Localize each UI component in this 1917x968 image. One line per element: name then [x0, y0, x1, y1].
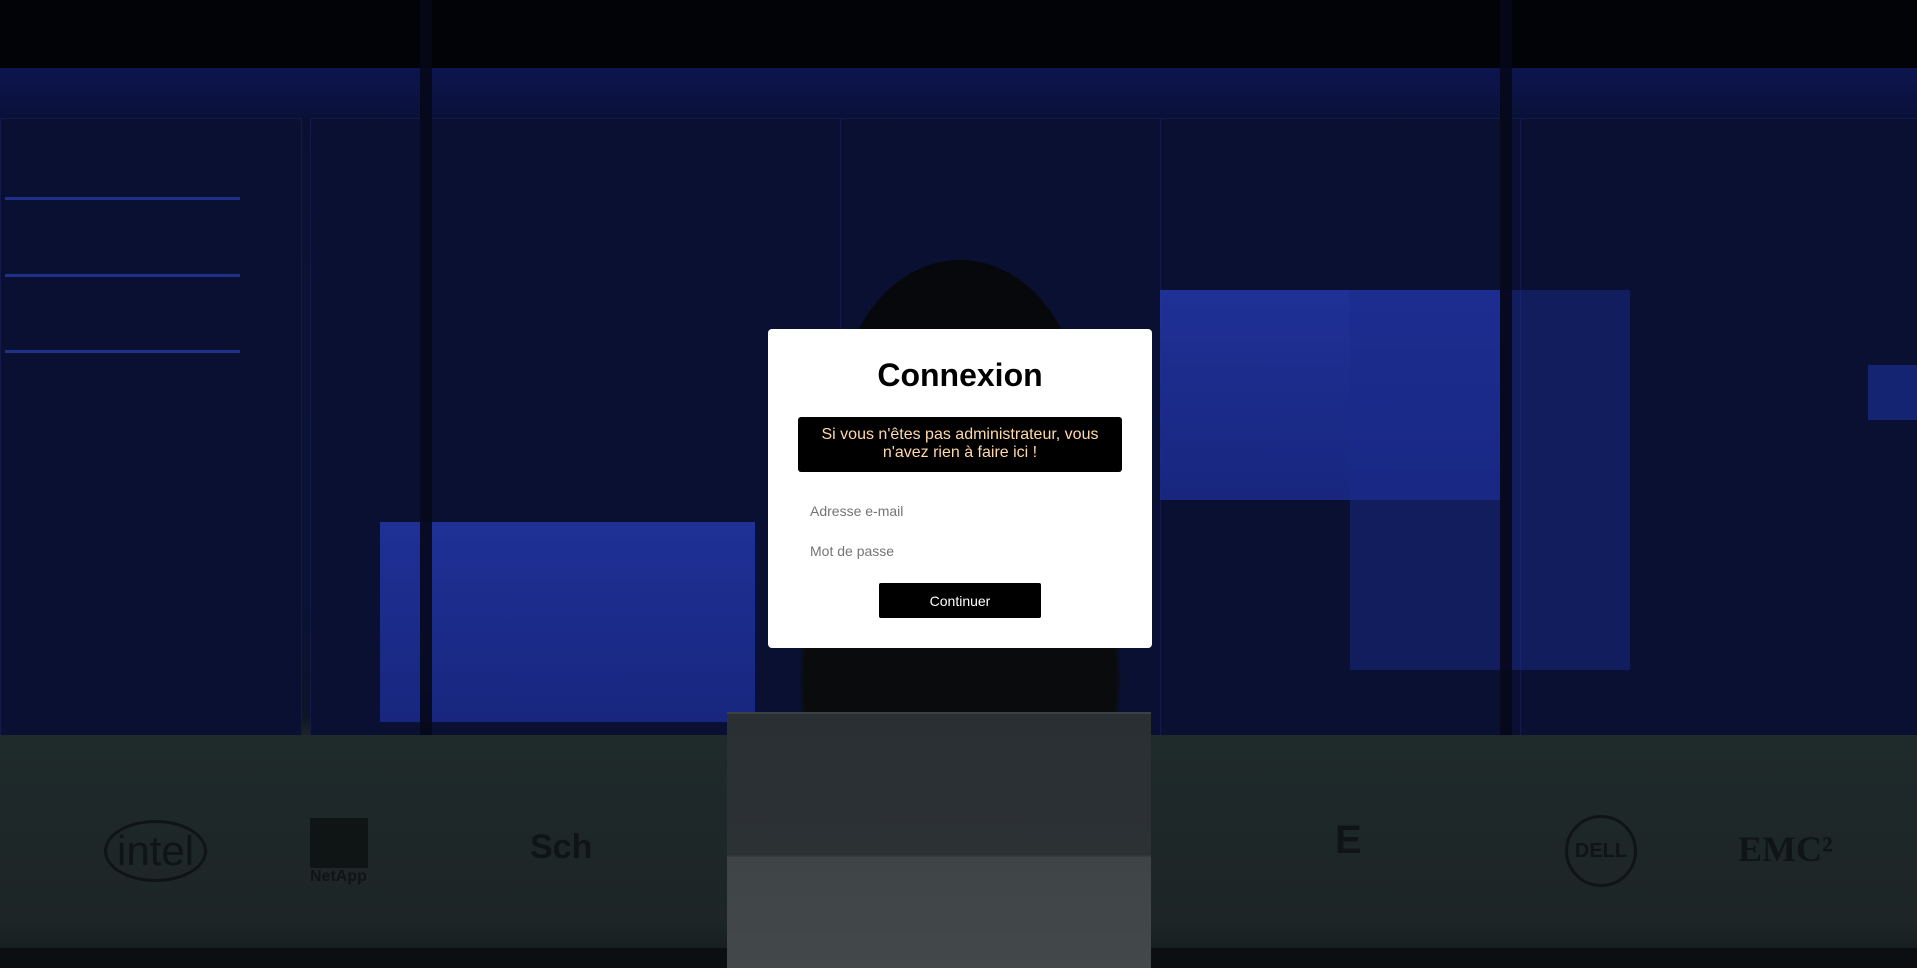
background-glow-panel: [1868, 365, 1917, 420]
background-light-strip: [5, 197, 240, 200]
background-glow-panel: [1350, 290, 1630, 670]
netapp-logo-mark: [310, 818, 368, 868]
admin-warning-banner: Si vous n'êtes pas administrateur, vous …: [798, 417, 1122, 472]
netapp-logo-text: NetApp: [310, 868, 367, 885]
email-input[interactable]: [798, 496, 1122, 526]
background-light-strip: [5, 274, 240, 277]
page-background: intel NetApp Sch E DELL EMC² Connexion S…: [0, 0, 1917, 968]
laptop: [727, 712, 1151, 968]
background-top-band: [0, 0, 1917, 68]
netapp-logo: NetApp: [310, 818, 370, 888]
continue-button[interactable]: Continuer: [879, 583, 1041, 618]
emc-logo: EMC²: [1738, 829, 1833, 869]
background-ceiling: [0, 68, 1917, 118]
intel-logo: intel: [104, 820, 208, 882]
background-light-strip: [5, 350, 240, 353]
dell-logo: DELL: [1565, 815, 1637, 887]
login-dialog: Connexion Si vous n'êtes pas administrat…: [768, 329, 1152, 648]
password-input[interactable]: [798, 536, 1122, 566]
background-server-rack: [0, 118, 302, 740]
login-title: Connexion: [877, 357, 1043, 393]
